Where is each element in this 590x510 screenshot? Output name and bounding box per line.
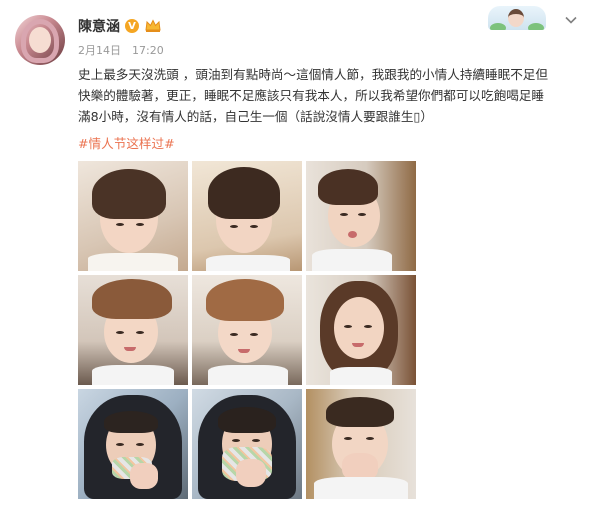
chevron-down-icon[interactable] [564,12,578,26]
photo-8[interactable] [192,389,302,499]
verified-v-icon: V [125,19,139,33]
username[interactable]: 陳意涵 [78,16,120,36]
hashtag-link[interactable]: #情人节这样过# [78,133,175,152]
photo-2[interactable] [192,161,302,271]
photo-4[interactable] [78,275,188,385]
post-text: 史上最多天沒洗頭 ，頭油到有點時尚～這個情人節，我跟我的小情人持續睡眠不足但快樂… [78,67,548,124]
photo-6[interactable] [306,275,416,385]
profile-decoration [488,6,546,30]
author-row: 陳意涵 V [78,16,162,36]
crown-icon[interactable] [144,19,162,33]
post-meta: 2月14日 17:20 [78,42,164,58]
post-date[interactable]: 2月14日 [78,44,121,57]
photo-1[interactable] [78,161,188,271]
photo-3[interactable] [306,161,416,271]
photo-7[interactable] [78,389,188,499]
weibo-post-card: 陳意涵 V 2月14日 17:20 史上最多天沒洗頭 ，頭油到有點時尚～這個情人… [0,0,590,510]
post-time[interactable]: 17:20 [132,44,164,57]
avatar[interactable] [15,15,65,65]
photo-5[interactable] [192,275,302,385]
photo-9[interactable] [306,389,416,499]
